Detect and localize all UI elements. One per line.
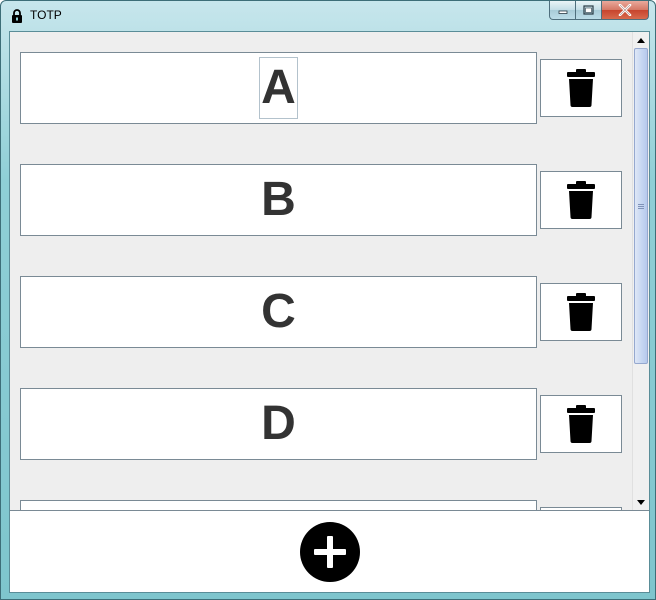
account-code-text: D — [261, 397, 296, 450]
minimize-button[interactable] — [549, 1, 576, 20]
plus-icon — [313, 535, 346, 568]
vertical-scrollbar[interactable] — [632, 32, 649, 510]
account-code-field[interactable] — [20, 500, 537, 510]
trash-icon — [567, 181, 595, 219]
close-icon — [618, 4, 632, 16]
delete-account-button[interactable] — [540, 59, 622, 117]
minimize-icon — [558, 10, 567, 14]
account-row: D — [20, 388, 632, 460]
account-code-field[interactable]: B — [20, 164, 537, 236]
maximize-icon — [583, 5, 594, 15]
account-code-text: C — [261, 285, 296, 338]
arrow-down-icon — [637, 499, 645, 505]
account-code-text: A — [259, 57, 298, 119]
footer-panel — [10, 510, 649, 592]
account-code-field[interactable]: D — [20, 388, 537, 460]
title-bar[interactable]: TOTP — [1, 1, 655, 29]
delete-account-button[interactable] — [540, 171, 622, 229]
account-code-field[interactable]: A — [20, 52, 537, 124]
add-account-button[interactable] — [299, 521, 360, 582]
window-title: TOTP — [30, 8, 62, 22]
account-row — [20, 500, 632, 510]
trash-icon — [567, 293, 595, 331]
maximize-button[interactable] — [576, 1, 602, 20]
account-row: C — [20, 276, 632, 348]
account-row: B — [20, 164, 632, 236]
account-code-text: B — [261, 173, 296, 226]
account-code-field[interactable]: C — [20, 276, 537, 348]
scrollbar-thumb[interactable] — [634, 48, 648, 364]
app-window: TOTP A B C D — [0, 0, 656, 600]
window-client-area: A B C D — [9, 31, 650, 593]
grip-icon — [638, 203, 644, 209]
arrow-up-icon — [637, 37, 645, 43]
caption-buttons — [549, 1, 649, 21]
close-button[interactable] — [602, 1, 649, 20]
delete-account-button[interactable] — [540, 395, 622, 453]
scroll-up-button[interactable] — [633, 32, 649, 48]
lock-icon — [12, 9, 22, 23]
account-list[interactable]: A B C D — [10, 32, 649, 510]
delete-account-button[interactable] — [540, 283, 622, 341]
scroll-down-button[interactable] — [633, 494, 649, 510]
trash-icon — [567, 405, 595, 443]
account-row: A — [20, 52, 632, 124]
trash-icon — [567, 69, 595, 107]
